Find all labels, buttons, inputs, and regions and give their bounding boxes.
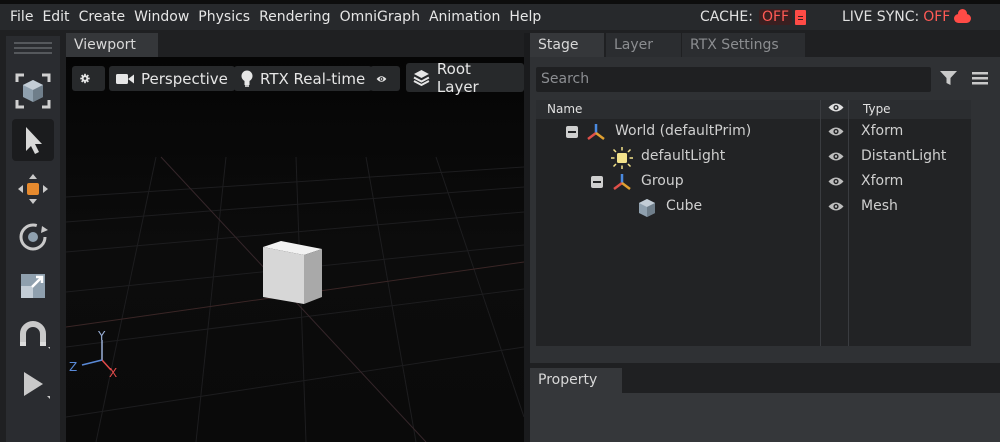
camera-cube-icon[interactable] — [12, 70, 54, 112]
eye-icon[interactable] — [828, 201, 844, 212]
gear-icon — [80, 73, 90, 84]
menu-rendering[interactable]: Rendering — [250, 9, 331, 25]
eye-icon[interactable] — [828, 126, 844, 137]
tree-row-name: Cube — [666, 198, 703, 214]
eye-icon[interactable] — [828, 176, 844, 187]
stage-search-input[interactable]: Search — [536, 67, 931, 92]
scene-render[interactable] — [66, 57, 524, 442]
eye-icon[interactable] — [828, 151, 844, 162]
toolbar-grip[interactable] — [14, 42, 52, 54]
cache-label: CACHE: — [700, 9, 753, 25]
live-sync-off: OFF — [923, 9, 951, 25]
scale-icon[interactable] — [12, 265, 54, 307]
column-name[interactable]: Name — [547, 102, 582, 116]
play-icon[interactable] — [12, 363, 54, 405]
renderer-label: RTX Real-time — [260, 69, 366, 88]
camera-label: Perspective — [141, 69, 228, 88]
cache-off-badge: OFF — [758, 9, 793, 25]
menu-create[interactable]: Create — [70, 9, 126, 25]
live-sync-label: LIVE SYNC: — [842, 9, 920, 25]
collapse-toggle-icon[interactable] — [591, 176, 603, 188]
tree-row-group[interactable]: Group Xform — [536, 170, 977, 195]
tab-property[interactable]: Property — [530, 368, 622, 393]
tree-row-name: Group — [641, 173, 684, 189]
renderer-button[interactable]: RTX Real-time — [234, 66, 373, 91]
tree-row-cube[interactable]: Cube Mesh — [536, 195, 977, 220]
tree-row-name: defaultLight — [641, 148, 726, 164]
stage-panel: Search Name Type World (defaultPrim) Xfo… — [530, 57, 1000, 363]
menu-edit[interactable]: Edit — [33, 9, 69, 25]
light-icon — [611, 147, 633, 169]
menu-omnigraph[interactable]: OmniGraph — [331, 9, 420, 25]
menu-animation[interactable]: Animation — [420, 9, 500, 25]
tree-row-name: World (defaultPrim) — [615, 123, 752, 139]
menu-physics[interactable]: Physics — [189, 9, 250, 25]
tree-row-defaultlight[interactable]: defaultLight DistantLight — [536, 145, 977, 170]
menu-file[interactable]: File — [0, 9, 33, 25]
live-sync-status[interactable]: LIVE SYNC: OFF — [842, 4, 972, 30]
camera-button[interactable]: Perspective — [109, 66, 235, 91]
tree-row-type: Mesh — [861, 198, 898, 214]
move-icon[interactable] — [12, 168, 54, 210]
viewport-tab-bar: Viewport — [66, 33, 526, 57]
tab-rtx-settings[interactable]: RTX Settings — [682, 33, 805, 57]
axis-y-label: Y — [98, 329, 106, 343]
collapse-toggle-icon[interactable] — [566, 126, 578, 138]
tab-layer[interactable]: Layer — [606, 33, 681, 57]
cache-file-icon — [795, 9, 807, 25]
select-arrow-icon[interactable] — [12, 119, 54, 161]
tab-stage[interactable]: Stage — [530, 33, 604, 57]
layers-icon — [413, 70, 430, 86]
video-camera-icon — [116, 73, 134, 84]
mesh-cube-icon — [639, 199, 655, 217]
menu-help[interactable]: Help — [500, 9, 541, 25]
property-tab-bar: Property — [530, 368, 1000, 393]
xform-axes-icon — [587, 124, 605, 140]
cube-mesh[interactable] — [263, 241, 322, 304]
column-type[interactable]: Type — [863, 102, 891, 116]
stage-tree-header: Name Type — [536, 100, 977, 119]
tree-row-world[interactable]: World (defaultPrim) Xform — [536, 120, 977, 145]
left-toolbar — [6, 36, 60, 442]
viewport-settings-button[interactable] — [72, 66, 105, 91]
root-layer-button[interactable]: Root Layer — [406, 60, 524, 96]
tree-row-type: DistantLight — [861, 148, 947, 164]
property-panel — [530, 393, 1000, 442]
tree-row-type: Xform — [861, 123, 904, 139]
visibility-column-eye-icon[interactable] — [828, 102, 844, 113]
eye-icon — [376, 75, 387, 82]
visibility-button[interactable] — [370, 66, 400, 91]
axis-x-label: X — [109, 366, 118, 380]
tree-row-type: Xform — [861, 173, 904, 189]
snap-magnet-icon[interactable] — [12, 314, 54, 356]
stage-tree-scrollbar[interactable] — [971, 100, 981, 346]
tab-viewport[interactable]: Viewport — [66, 33, 158, 57]
stage-tab-bar: Stage Layer RTX Settings — [530, 33, 1000, 57]
cache-status[interactable]: CACHE: OFF — [700, 4, 807, 30]
rotate-icon[interactable] — [12, 216, 54, 258]
hamburger-menu-icon[interactable] — [972, 72, 988, 85]
axis-z-label: Z — [69, 360, 78, 374]
cloud-icon — [954, 8, 972, 23]
xform-axes-icon — [613, 174, 631, 190]
stage-tree: Name Type World (defaultPrim) Xform defa… — [536, 100, 977, 346]
viewport-canvas[interactable]: Perspective RTX Real-time Root Layer Y Z… — [66, 57, 524, 442]
lightbulb-icon — [241, 70, 253, 87]
menu-window[interactable]: Window — [125, 9, 189, 25]
root-layer-label: Root Layer — [436, 59, 479, 96]
filter-icon[interactable] — [940, 71, 957, 86]
